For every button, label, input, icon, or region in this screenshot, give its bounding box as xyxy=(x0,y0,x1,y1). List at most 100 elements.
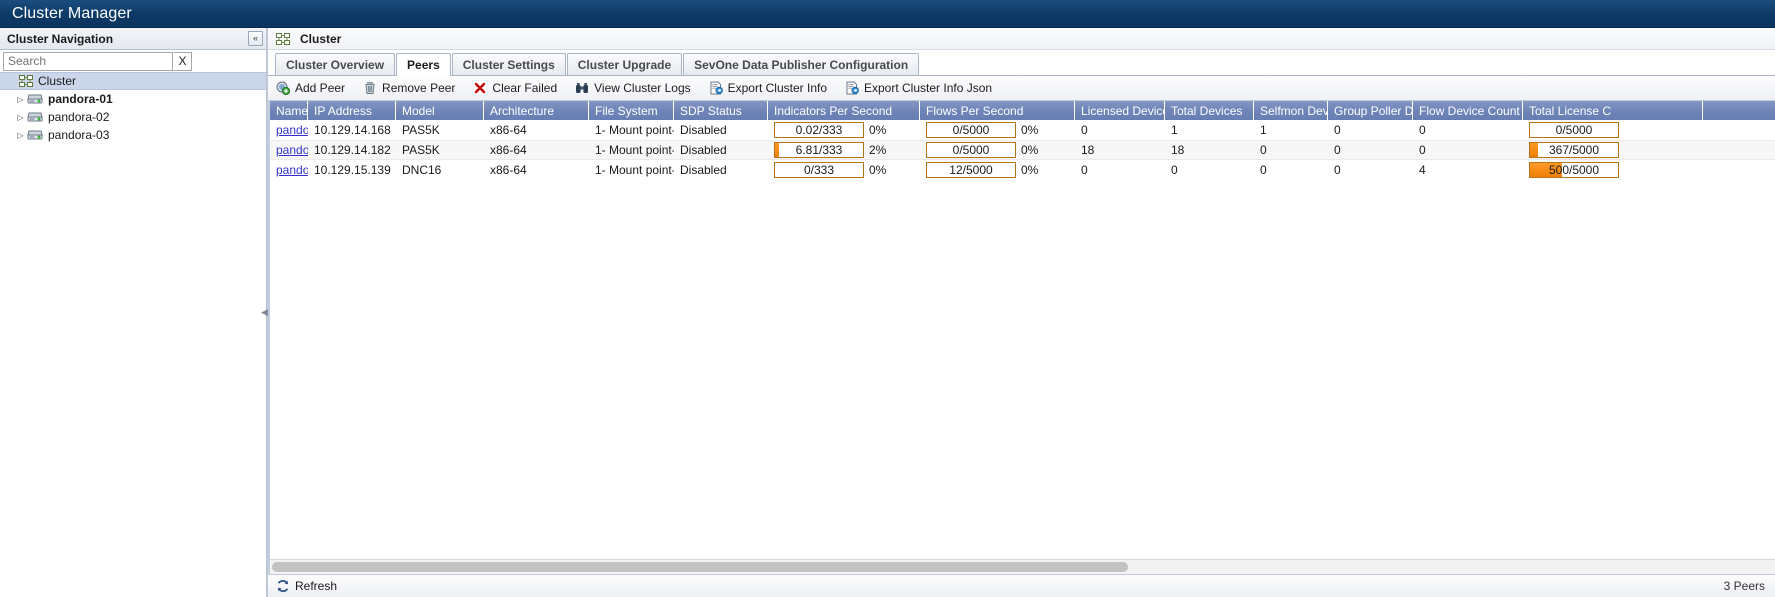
table-row[interactable]: pandor 10.129.14.182 PAS5K x86-64 1- Mou… xyxy=(270,140,1775,160)
cell-flows-per-second: 0/5000 0% xyxy=(920,120,1075,140)
column-header-file-system[interactable]: File System xyxy=(589,101,674,120)
cell-indicators-per-second: 0/333 0% xyxy=(768,160,920,180)
cell-file-system: 1- Mount point- ... xyxy=(595,163,674,177)
search-input[interactable] xyxy=(3,51,173,71)
indicators-progress-bar: 0/333 xyxy=(774,162,864,178)
export-cluster-info-json-label: Export Cluster Info Json xyxy=(864,81,993,95)
tab-strip: Cluster Overview Peers Cluster Settings … xyxy=(268,50,1775,76)
export-cluster-info-button[interactable]: Export Cluster Info xyxy=(709,81,827,95)
tree-expander-icon[interactable]: ▷ xyxy=(14,95,27,104)
add-peer-button[interactable]: Add Peer xyxy=(276,81,345,95)
indicators-value: 0.02/333 xyxy=(795,123,843,137)
peer-name-link[interactable]: pandor xyxy=(276,163,308,177)
table-row[interactable]: pandor 10.129.15.139 DNC16 x86-64 1- Mou… xyxy=(270,160,1775,180)
column-header-group-poller-devices[interactable]: Group Poller Device xyxy=(1328,101,1413,120)
column-header-model[interactable]: Model xyxy=(396,101,484,120)
export-cluster-info-json-button[interactable]: Export Cluster Info Json xyxy=(845,81,992,95)
column-header-ip-address[interactable]: IP Address xyxy=(308,101,396,120)
cell-selfmon-devices: 0 xyxy=(1260,163,1267,177)
tree-item-pandora-02[interactable]: ▷ pandora-02 xyxy=(0,108,266,126)
cell-sdp-status: Disabled xyxy=(680,163,727,177)
clear-failed-label: Clear Failed xyxy=(492,81,558,95)
flows-value: 12/5000 xyxy=(949,163,993,177)
cell-sdp-status: Disabled xyxy=(680,123,727,137)
column-header-total-license-count[interactable]: Total License C xyxy=(1523,101,1703,120)
cell-model: PAS5K xyxy=(402,123,440,137)
column-header-indicators-per-second[interactable]: Indicators Per Second xyxy=(768,101,920,120)
cell-indicators-per-second: 6.81/333 2% xyxy=(768,140,920,160)
cell-flows-per-second: 12/5000 0% xyxy=(920,160,1075,180)
cell-name[interactable]: pandor xyxy=(270,160,308,180)
column-header-architecture[interactable]: Architecture xyxy=(484,101,589,120)
refresh-label: Refresh xyxy=(295,579,338,593)
horizontal-scrollbar[interactable] xyxy=(270,559,1775,574)
view-cluster-logs-label: View Cluster Logs xyxy=(594,81,691,95)
refresh-button[interactable]: Refresh xyxy=(276,579,337,593)
view-cluster-logs-button[interactable]: View Cluster Logs xyxy=(575,81,691,95)
cell-licensed-devices: 0 xyxy=(1081,163,1088,177)
flows-percent: 0% xyxy=(1021,123,1039,137)
tree-item-cluster[interactable]: Cluster xyxy=(0,72,266,90)
indicators-value: 6.81/333 xyxy=(795,143,843,157)
cell-flow-device-count: 0 xyxy=(1419,143,1426,157)
binoculars-icon xyxy=(575,81,589,95)
tree-expander-icon[interactable]: ▷ xyxy=(14,131,27,140)
table-row[interactable]: pandor 10.129.14.168 PAS5K x86-64 1- Mou… xyxy=(270,120,1775,140)
column-header-selfmon-devices[interactable]: Selfmon Devices xyxy=(1254,101,1328,120)
tree-item-pandora-03[interactable]: ▷ pandora-03 xyxy=(0,126,266,144)
cell-model: PAS5K xyxy=(402,143,440,157)
grid-header-row: Name IP Address Model Architecture File … xyxy=(270,101,1775,120)
total-license-progress-bar: 367/5000 xyxy=(1529,142,1619,158)
cell-flow-device-count: 4 xyxy=(1419,163,1426,177)
remove-peer-button[interactable]: Remove Peer xyxy=(363,81,455,95)
scrollbar-thumb[interactable] xyxy=(272,562,1128,572)
flows-progress-bar: 12/5000 xyxy=(926,162,1016,178)
column-header-name[interactable]: Name xyxy=(270,101,308,120)
tree-item-pandora-01[interactable]: ▷ pandora-01 xyxy=(0,90,266,108)
collapse-panel-icon[interactable]: « xyxy=(248,31,263,46)
cell-architecture: x86-64 xyxy=(490,163,527,177)
peer-name-link[interactable]: pandor xyxy=(276,123,308,137)
clear-search-icon[interactable]: X xyxy=(174,51,192,71)
peer-name-link[interactable]: pandor xyxy=(276,143,308,157)
tree-expander-icon[interactable]: ▷ xyxy=(14,113,27,122)
remove-peer-label: Remove Peer xyxy=(382,81,456,95)
tab-cluster-overview[interactable]: Cluster Overview xyxy=(275,53,396,75)
cell-sdp-status: Disabled xyxy=(680,143,727,157)
cluster-icon xyxy=(276,32,290,45)
tab-peers[interactable]: Peers xyxy=(396,53,451,76)
column-header-flows-per-second[interactable]: Flows Per Second xyxy=(920,101,1075,120)
clear-failed-button[interactable]: Clear Failed xyxy=(473,81,557,95)
column-header-licensed-devices[interactable]: Licensed Devices xyxy=(1075,101,1165,120)
cell-name[interactable]: pandor xyxy=(270,120,308,140)
main-content: Cluster Cluster Overview Peers Cluster S… xyxy=(267,28,1775,597)
cell-licensed-devices: 0 xyxy=(1081,123,1088,137)
tab-cluster-settings[interactable]: Cluster Settings xyxy=(451,53,566,75)
server-icon xyxy=(27,111,43,123)
column-header-total-devices[interactable]: Total Devices xyxy=(1165,101,1254,120)
total-license-progress-bar: 500/5000 xyxy=(1529,162,1619,178)
column-header-flow-device-count[interactable]: Flow Device Count xyxy=(1413,101,1523,120)
splitter-handle-icon[interactable]: ◀ xyxy=(261,301,268,325)
column-header-sdp-status[interactable]: SDP Status xyxy=(674,101,768,120)
tree-item-label: Cluster xyxy=(38,74,77,88)
page-title: Cluster xyxy=(300,31,342,46)
panel-splitter[interactable]: ◀ xyxy=(261,28,270,597)
tab-sevone-data-publisher-configuration[interactable]: SevOne Data Publisher Configuration xyxy=(683,53,920,75)
tree-item-label: pandora-01 xyxy=(48,92,113,106)
add-peer-label: Add Peer xyxy=(295,81,346,95)
tab-cluster-upgrade[interactable]: Cluster Upgrade xyxy=(566,53,683,75)
cell-name[interactable]: pandor xyxy=(270,140,308,160)
trash-icon xyxy=(363,81,377,95)
cell-ip-address: 10.129.15.139 xyxy=(314,163,391,177)
progress-fill xyxy=(775,143,779,157)
total-license-value: 500/5000 xyxy=(1548,163,1600,177)
cluster-icon xyxy=(19,75,33,87)
cell-group-poller-devices: 0 xyxy=(1334,143,1341,157)
add-peer-icon xyxy=(276,81,290,95)
cell-ip-address: 10.129.14.168 xyxy=(314,123,391,137)
export-cluster-info-label: Export Cluster Info xyxy=(727,81,827,95)
peers-grid: Name IP Address Model Architecture File … xyxy=(268,101,1775,574)
indicators-progress-bar: 6.81/333 xyxy=(774,142,864,158)
server-icon xyxy=(27,129,43,141)
